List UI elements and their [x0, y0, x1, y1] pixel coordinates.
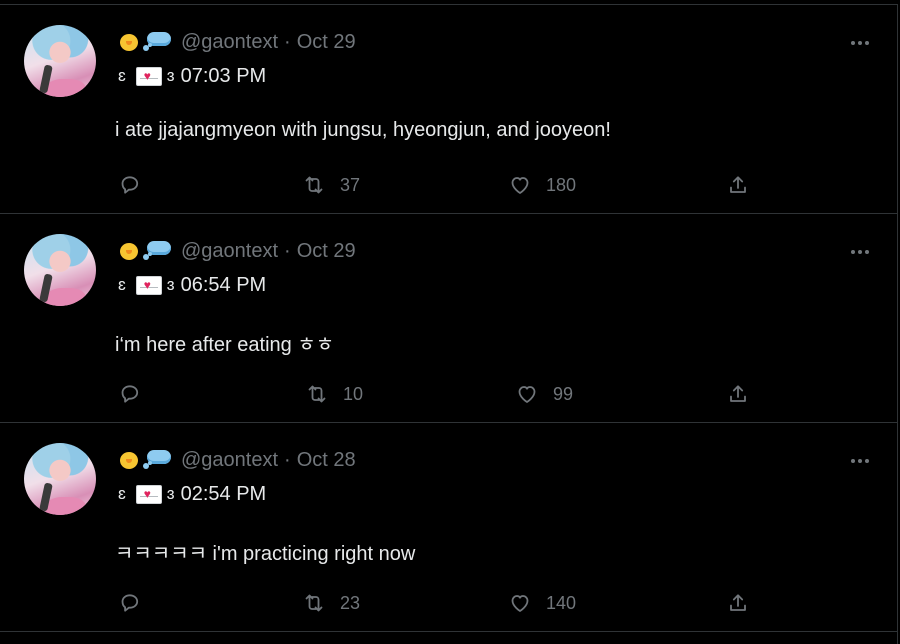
heart-icon: [513, 380, 541, 408]
thought-balloon-emoji-icon: [143, 30, 173, 54]
tweet-date[interactable]: Oct 29: [297, 240, 356, 263]
heart-icon: [506, 589, 534, 617]
tweet-item[interactable]: @gaontext · Oct 29 ɛ ɜ 07:03 PM i ate jj…: [0, 5, 897, 214]
retweet-count: 10: [343, 383, 364, 404]
reply-bubble-icon: [116, 380, 144, 408]
reply-button[interactable]: [116, 587, 156, 619]
like-button[interactable]: 99: [513, 378, 573, 410]
avatar[interactable]: [24, 443, 96, 515]
love-letter-emoji-icon: [135, 275, 162, 295]
like-button[interactable]: 140: [506, 587, 576, 619]
baby-chick-emoji-icon: [117, 239, 141, 263]
retweet-arrows-icon: [300, 589, 328, 617]
tweet-text: i‘m here after eating ㅎㅎ: [115, 334, 335, 356]
name-time: 02:54 PM: [180, 482, 267, 505]
separator-dot: ·: [284, 448, 291, 471]
display-name[interactable]: ɛ ɜ 07:03 PM: [117, 61, 266, 91]
tweet-date[interactable]: Oct 28: [297, 449, 356, 472]
more-options-icon[interactable]: [848, 31, 872, 55]
like-count: 140: [546, 592, 577, 613]
tweet-item[interactable]: @gaontext · Oct 29 ɛ ɜ 06:54 PM i‘m here…: [0, 214, 897, 423]
name-time: 06:54 PM: [180, 273, 267, 296]
thought-balloon-emoji-icon: [143, 239, 173, 263]
tweet-feed: @gaontext · Oct 29 ɛ ɜ 07:03 PM i ate jj…: [0, 4, 898, 644]
user-handle[interactable]: @gaontext: [181, 31, 278, 54]
retweet-arrows-icon: [300, 171, 328, 199]
like-count: 180: [546, 174, 577, 195]
heart-icon: [506, 171, 534, 199]
avatar[interactable]: [24, 234, 96, 306]
tweet-header: @gaontext · Oct 28: [117, 445, 356, 475]
like-count: 99: [553, 383, 574, 404]
baby-chick-emoji-icon: [117, 30, 141, 54]
user-handle[interactable]: @gaontext: [181, 240, 278, 263]
name-right-bracket: ɜ: [166, 275, 175, 294]
retweet-count: 37: [340, 174, 361, 195]
separator-dot: ·: [284, 239, 291, 262]
retweet-button[interactable]: 23: [300, 587, 360, 619]
tweet-item[interactable]: @gaontext · Oct 28 ɛ ɜ 02:54 PM ㅋㅋㅋㅋㅋ i'…: [0, 423, 897, 632]
more-options-icon[interactable]: [848, 240, 872, 264]
share-upload-icon: [724, 380, 752, 408]
baby-chick-emoji-icon: [117, 448, 141, 472]
reply-button[interactable]: [116, 169, 156, 201]
thought-balloon-emoji-icon: [143, 448, 173, 472]
love-letter-emoji-icon: [135, 484, 162, 504]
reply-bubble-icon: [116, 589, 144, 617]
name-right-bracket: ɜ: [166, 484, 175, 503]
tweet-text: i ate jjajangmyeon with jungsu, hyeongju…: [115, 119, 611, 141]
tweet-date[interactable]: Oct 29: [297, 31, 356, 54]
share-upload-icon: [724, 589, 752, 617]
tweet-header: @gaontext · Oct 29: [117, 236, 356, 266]
retweet-button[interactable]: 37: [300, 169, 360, 201]
tweet-header: @gaontext · Oct 29: [117, 27, 356, 57]
tweet-text: ㅋㅋㅋㅋㅋ i'm practicing right now: [115, 543, 416, 565]
share-button[interactable]: [724, 169, 764, 201]
name-right-bracket: ɜ: [166, 66, 175, 85]
more-options-icon[interactable]: [848, 449, 872, 473]
like-button[interactable]: 180: [506, 169, 576, 201]
name-left-bracket: ɛ: [118, 275, 126, 294]
user-handle[interactable]: @gaontext: [181, 449, 278, 472]
love-letter-emoji-icon: [135, 66, 162, 86]
reply-bubble-icon: [116, 171, 144, 199]
retweet-button[interactable]: 10: [303, 378, 363, 410]
avatar[interactable]: [24, 25, 96, 97]
share-button[interactable]: [724, 378, 764, 410]
name-time: 07:03 PM: [180, 64, 267, 87]
reply-button[interactable]: [116, 378, 156, 410]
retweet-count: 23: [340, 592, 361, 613]
separator-dot: ·: [284, 30, 291, 53]
name-left-bracket: ɛ: [118, 484, 126, 503]
display-name[interactable]: ɛ ɜ 06:54 PM: [117, 270, 266, 300]
name-left-bracket: ɛ: [118, 66, 126, 85]
share-button[interactable]: [724, 587, 764, 619]
display-name[interactable]: ɛ ɜ 02:54 PM: [117, 479, 266, 509]
share-upload-icon: [724, 171, 752, 199]
retweet-arrows-icon: [303, 380, 331, 408]
